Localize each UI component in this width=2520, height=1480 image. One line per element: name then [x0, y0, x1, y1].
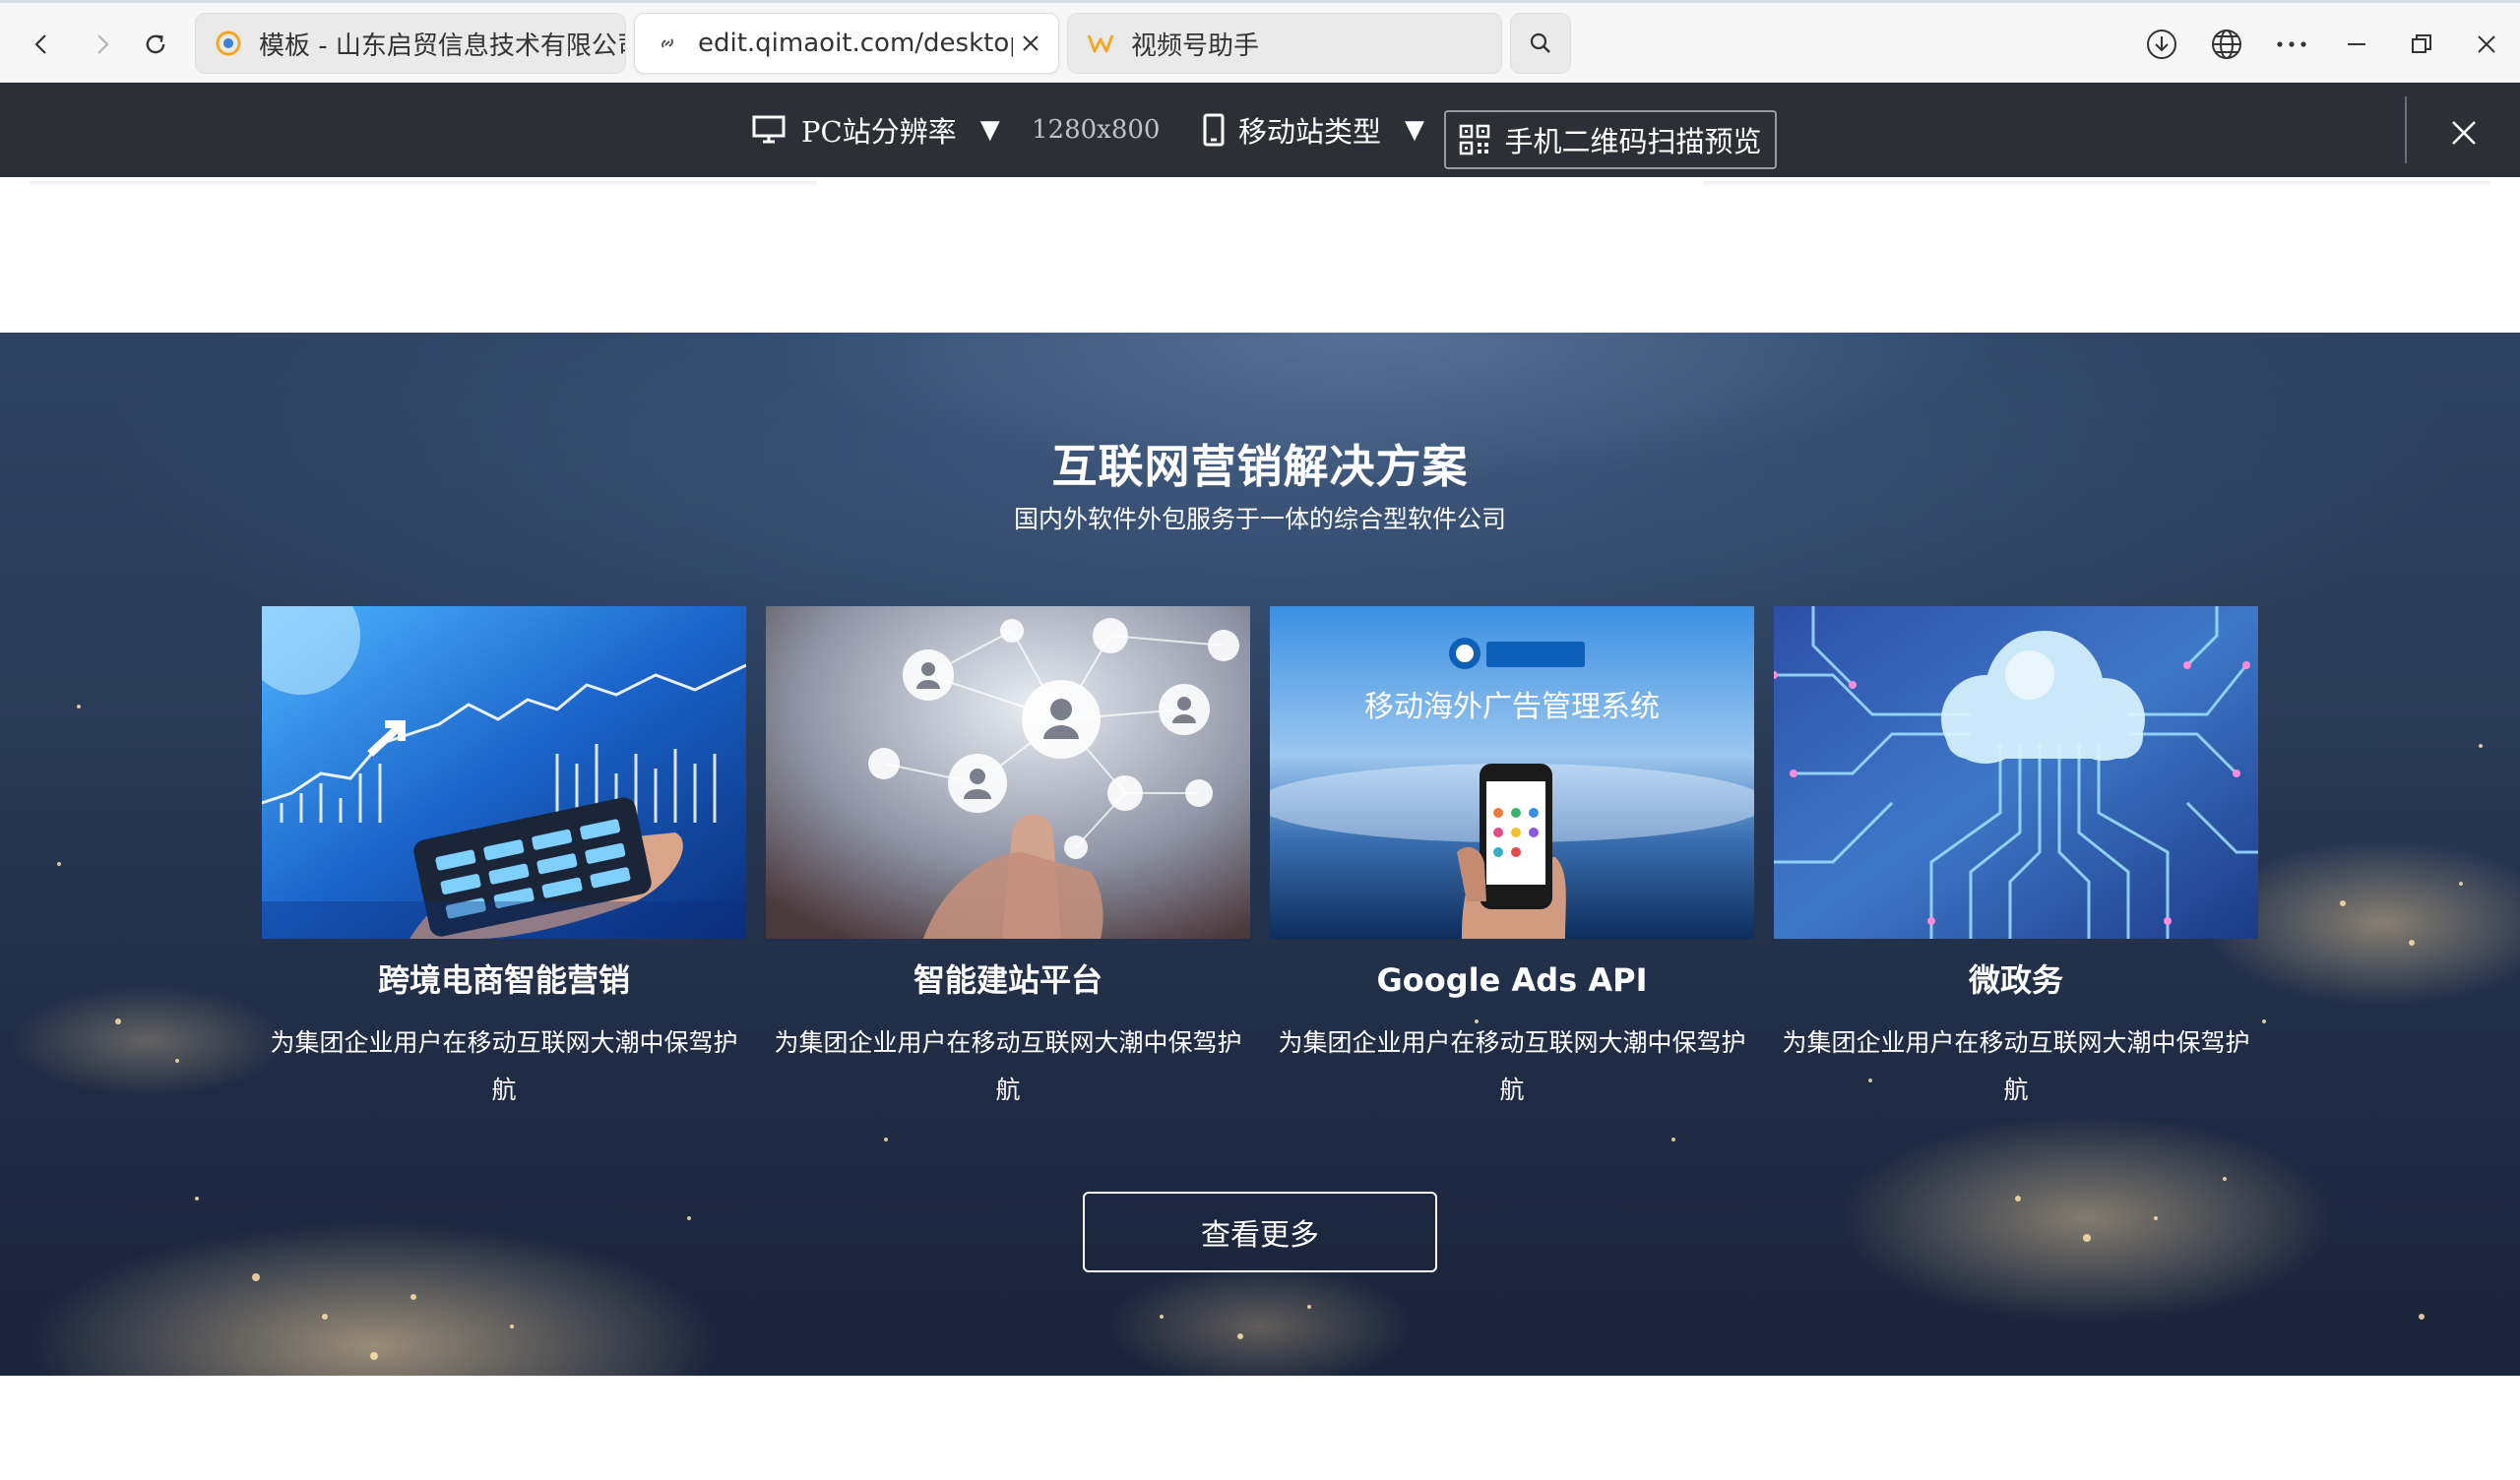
back-button[interactable]	[20, 23, 63, 66]
download-icon	[2147, 30, 2176, 59]
restore-button[interactable]	[2396, 19, 2447, 70]
card-image-ecommerce	[262, 606, 746, 939]
browser-chrome: 模板 - 山东启贸信息技术有限公司 edit.qimaoit.com/deskt…	[0, 0, 2520, 83]
pc-resolution-label: PC站分辨率	[801, 115, 957, 149]
video-assistant-icon	[1086, 29, 1115, 58]
minimize-button[interactable]	[2331, 19, 2382, 70]
card-image-caption: 移动海外广告管理系统	[1364, 691, 1660, 723]
qr-code-icon	[1460, 124, 1490, 155]
section-title: 互联网营销解决方案	[1051, 440, 1469, 493]
solution-card-site-builder[interactable]: 智能建站平台 为集团企业用户在移动互联网大潮中保驾护航	[766, 606, 1250, 1114]
caret-down-icon: ▼	[1405, 115, 1425, 145]
solution-card-google-ads[interactable]: 移动海外广告管理系统 Google Ads API 为集团企业用户在移动互联网大…	[1270, 606, 1754, 1114]
forward-button[interactable]	[81, 23, 124, 66]
mobile-type-label: 移动站类型	[1238, 115, 1382, 149]
qr-preview-button[interactable]: 手机二维码扫描预览	[1444, 110, 1777, 169]
minimize-icon	[2348, 43, 2365, 45]
card-image-google-ads: 移动海外广告管理系统	[1270, 606, 1754, 939]
close-icon	[2478, 35, 2495, 53]
caret-down-icon: ▼	[979, 115, 1000, 145]
translate-button[interactable]	[2201, 19, 2252, 70]
close-window-button[interactable]	[2461, 19, 2512, 70]
downloads-button[interactable]	[2136, 19, 2187, 70]
mobile-type-dropdown[interactable]: 移动站类型 ▼	[1203, 83, 1424, 177]
qr-preview-label: 手机二维码扫描预览	[1504, 125, 1762, 158]
solution-card-e-government[interactable]: 微政务 为集团企业用户在移动互联网大潮中保驾护航	[1774, 606, 2258, 1114]
section-subtitle: 国内外软件外包服务于一体的综合型软件公司	[1013, 505, 1506, 533]
card-title: 跨境电商智能营销	[377, 961, 630, 999]
card-title: 微政务	[1968, 961, 2063, 999]
link-icon	[653, 29, 682, 58]
phone-icon	[1203, 113, 1225, 147]
view-more-button[interactable]: 查看更多	[1083, 1192, 1437, 1272]
resolution-value: 1280x800	[1032, 115, 1161, 145]
preview-toolbar: PC站分辨率 ▼ 1280x800 移动站类型 ▼ 手机二维码扫描预览	[0, 83, 2520, 177]
tab-title: 模板 - 山东启贸信息技术有限公司	[259, 31, 625, 61]
card-image-e-government	[1774, 606, 2258, 939]
tab-title: 视频号助手	[1131, 31, 1260, 61]
arrow-right-icon	[97, 34, 109, 54]
tab-template[interactable]: 模板 - 山东启贸信息技术有限公司	[195, 13, 626, 74]
arrow-left-icon	[34, 34, 46, 54]
restore-icon	[2412, 34, 2431, 53]
card-description: 为集团企业用户在移动互联网大潮中保驾护航	[1278, 1028, 1746, 1104]
tab-video-assistant[interactable]: 视频号助手	[1067, 13, 1502, 74]
close-preview-button[interactable]	[2441, 110, 2487, 155]
more-menu-button[interactable]	[2266, 19, 2317, 70]
header-shadow	[1703, 181, 2490, 187]
reload-button[interactable]	[134, 23, 177, 66]
solutions-section: 互联网营销解决方案 国内外软件外包服务于一体的综合型软件公司 跨境电商智能营销 …	[0, 333, 2520, 1376]
solution-card-ecommerce[interactable]: 跨境电商智能营销 为集团企业用户在移动互联网大潮中保驾护航	[262, 606, 746, 1114]
reload-icon	[146, 34, 165, 54]
card-title: Google Ads API	[1376, 961, 1648, 999]
card-description: 为集团企业用户在移动互联网大潮中保驾护航	[270, 1028, 738, 1104]
card-title: 智能建站平台	[913, 961, 1102, 999]
search-icon	[1530, 32, 1550, 53]
more-dots-icon	[2277, 41, 2306, 47]
card-image-site-builder	[766, 606, 1250, 939]
search-tabs-button[interactable]	[1510, 13, 1571, 74]
globe-icon	[2212, 30, 2241, 59]
card-description: 为集团企业用户在移动互联网大潮中保驾护航	[774, 1028, 1242, 1104]
tab-editor[interactable]: edit.qimaoit.com/desktop/h	[634, 13, 1059, 74]
tab-title: edit.qimaoit.com/desktop/h	[698, 29, 1013, 58]
monitor-icon	[752, 115, 786, 144]
close-tab-icon[interactable]	[1013, 26, 1048, 61]
pc-resolution-dropdown[interactable]: PC站分辨率 ▼	[752, 83, 1000, 177]
site-favicon-icon	[214, 29, 243, 58]
header-shadow	[30, 181, 817, 187]
close-icon	[2452, 121, 2476, 145]
card-description: 为集团企业用户在移动互联网大潮中保驾护航	[1782, 1028, 2250, 1104]
toolbar-divider	[2405, 96, 2407, 163]
